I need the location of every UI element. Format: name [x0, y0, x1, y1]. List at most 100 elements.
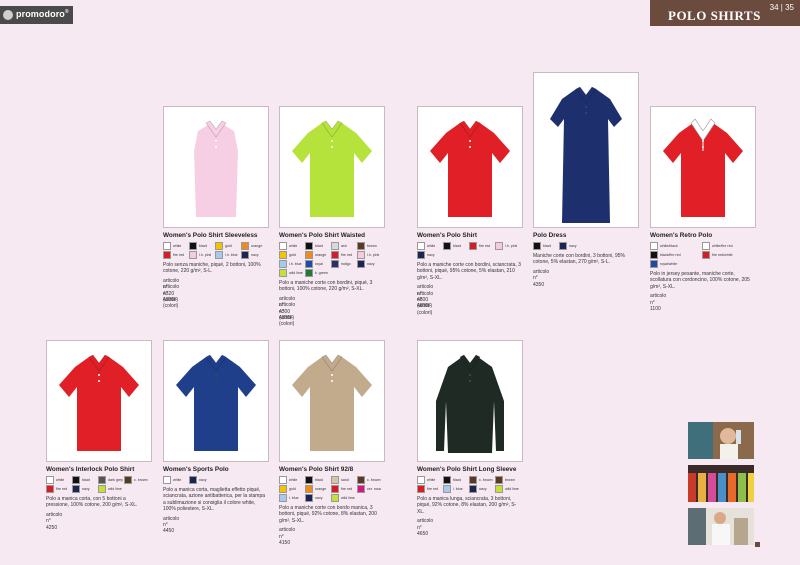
lifestyle-photo-strip [688, 422, 754, 551]
color-swatch: gold [215, 241, 241, 250]
swatch-label: white [289, 243, 298, 248]
swatch-color-chip [417, 484, 425, 493]
color-swatches: white black fire red l.h. pink navy [417, 241, 521, 259]
swatch-color-chip [357, 475, 365, 484]
color-swatch: white/black [650, 241, 702, 250]
swatch-label: gold [225, 243, 232, 248]
color-swatches: white black ash brown gold orange fire red l.h.… [279, 241, 383, 277]
color-swatch: l. blue [279, 493, 305, 502]
color-swatch: white [417, 241, 443, 250]
swatch-color-chip [279, 241, 287, 250]
swatch-color-chip [279, 259, 287, 268]
color-swatch: fire red [46, 484, 72, 493]
color-swatch: fire red [331, 250, 357, 259]
swatch-color-chip [495, 475, 503, 484]
swatch-color-chip [417, 475, 425, 484]
swatch-label: navy [479, 486, 487, 491]
product-name: Women's Interlock Polo Shirt [46, 466, 135, 473]
swatch-label: white [289, 477, 298, 482]
product-photo [163, 340, 269, 462]
color-swatch: wild lime [495, 484, 521, 493]
swatch-label: white [173, 243, 182, 248]
color-swatch: black [443, 241, 469, 250]
product-name: Polo Dress [533, 232, 567, 239]
color-swatch: fire red [469, 241, 495, 250]
color-swatch: black [189, 241, 215, 250]
color-swatch: orange [305, 250, 331, 259]
swatch-color-chip [305, 475, 313, 484]
color-swatch: l.h. pink [189, 250, 215, 259]
swatch-label: navy [427, 252, 435, 257]
product-name: Women's Retro Polo [650, 232, 713, 239]
swatch-color-chip [650, 250, 658, 259]
color-swatch: navy [417, 250, 443, 259]
swatch-color-chip [163, 475, 171, 484]
color-swatch: fire red/white [702, 250, 754, 259]
swatch-label: l.h. blue [289, 261, 302, 266]
swatch-label: orange [315, 486, 327, 491]
color-swatch: white [417, 475, 443, 484]
swatch-color-chip [331, 484, 339, 493]
swatch-color-chip [495, 484, 503, 493]
color-swatch: l.h. blue [215, 250, 241, 259]
swatch-label: black/fire red [660, 252, 681, 257]
product-photo [163, 106, 269, 228]
swatch-label: orange [315, 252, 327, 257]
color-swatch: white [279, 475, 305, 484]
color-swatch: fire red [417, 484, 443, 493]
swatch-label: navy [251, 252, 259, 257]
swatch-color-chip [279, 475, 287, 484]
lifestyle-photo-person [688, 508, 754, 545]
color-swatch: navy [469, 484, 495, 493]
article-number: articolo n° 4320F (colori) [163, 284, 180, 310]
swatch-label: l. blue [453, 486, 463, 491]
color-swatch: white/fire red [702, 241, 754, 250]
product-photo [417, 106, 523, 228]
color-swatch: c. brown [357, 475, 383, 484]
section-title: POLO SHIRTS [668, 8, 761, 23]
color-swatch: black/fire red [650, 250, 702, 259]
swatch-label: ash [341, 243, 347, 248]
swatch-color-chip [189, 250, 197, 259]
article-number: articolo n° 4250 [46, 511, 63, 531]
product-name: Women's Polo Shirt 92/8 [279, 466, 354, 473]
swatch-color-chip [163, 250, 171, 259]
page-numbers: 34 | 35 [769, 3, 794, 12]
swatch-label: gold [289, 252, 296, 257]
product-name: Women's Sports Polo [163, 466, 229, 473]
swatch-color-chip [46, 475, 54, 484]
swatch-label: c. brown [367, 477, 381, 482]
color-swatch: wild lime [331, 493, 357, 502]
swatch-label: white [427, 243, 436, 248]
swatch-label: indigo [341, 261, 351, 266]
color-swatch: indigo [331, 259, 357, 268]
swatch-label: black [82, 477, 91, 482]
swatch-color-chip [357, 241, 365, 250]
swatch-color-chip [443, 241, 451, 250]
swatch-label: black [315, 477, 324, 482]
brand-logo: promodoro® [0, 6, 73, 24]
color-swatch: fire red [163, 250, 189, 259]
swatch-label: navy [82, 486, 90, 491]
color-swatch: fire red [331, 484, 357, 493]
swatch-label: cer. rosa [367, 486, 381, 491]
product-name: Women's Polo Shirt Sleeveless [163, 232, 258, 239]
swatch-label: fire red [427, 486, 439, 491]
swatch-label: navy [569, 243, 577, 248]
color-swatch: k. green [305, 268, 331, 277]
swatch-color-chip [305, 493, 313, 502]
section-header: POLO SHIRTS 34 | 35 [650, 0, 800, 26]
swatch-color-chip [702, 250, 710, 259]
swatch-label: royal/white [660, 261, 678, 266]
swatch-label: fire red [341, 252, 353, 257]
swatch-color-chip [559, 241, 567, 250]
swatch-label: l.h. pink [505, 243, 518, 248]
swatch-color-chip [357, 484, 365, 493]
color-swatch: black [305, 475, 331, 484]
swatch-color-chip [469, 475, 477, 484]
swatch-color-chip [443, 484, 451, 493]
swatch-color-chip [215, 250, 223, 259]
product-description: Polo a maniche corte con bordo manica, 3… [279, 505, 377, 524]
swatch-color-chip [305, 484, 313, 493]
color-swatch: brown [357, 241, 383, 250]
